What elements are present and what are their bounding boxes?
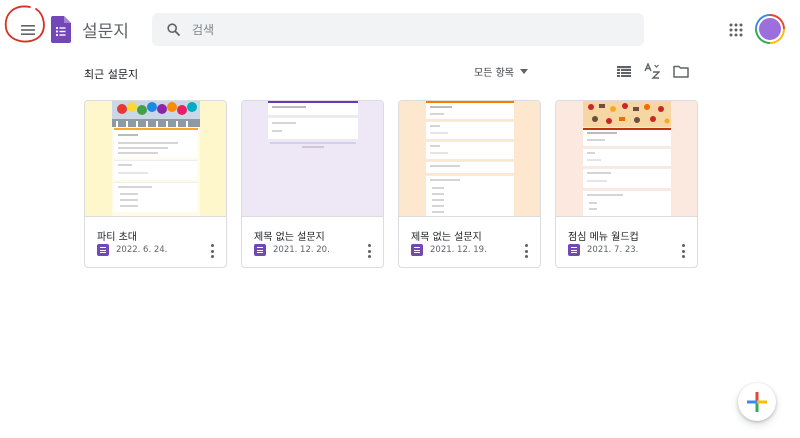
form-meta: 2022. 6. 24. (97, 244, 167, 256)
form-meta: 2021. 12. 20. (254, 244, 330, 256)
folder-icon[interactable] (673, 63, 689, 79)
top-bar: 설문지 (0, 0, 800, 58)
search-bar[interactable] (152, 13, 644, 46)
more-options-button[interactable] (365, 244, 373, 258)
forms-logo[interactable] (51, 16, 71, 43)
plus-icon (747, 392, 767, 412)
balloons-header-image (112, 101, 200, 127)
form-meta: 2021. 12. 19. (411, 244, 487, 256)
forms-doc-icon (568, 244, 580, 256)
form-thumbnail (399, 101, 540, 217)
form-card[interactable]: 점심 메뉴 월드컵 2021. 7. 23. (555, 100, 698, 268)
food-pattern-header-image (583, 101, 671, 127)
form-card[interactable]: 제목 없는 설문지 2021. 12. 20. (241, 100, 384, 268)
form-card[interactable]: 파티 초대 2022. 6. 24. (84, 100, 227, 268)
sort-az-icon[interactable] (644, 63, 660, 79)
form-date: 2021. 7. 23. (587, 245, 639, 255)
form-title: 파티 초대 (97, 232, 137, 243)
form-title: 점심 메뉴 월드컵 (568, 232, 639, 243)
form-thumbnail (85, 101, 226, 217)
search-input[interactable] (192, 22, 592, 37)
form-thumbnail (556, 101, 697, 217)
list-view-icon[interactable] (616, 63, 632, 79)
more-options-button[interactable] (522, 244, 530, 258)
google-apps-grid-icon[interactable] (728, 22, 744, 38)
forms-doc-icon (411, 244, 423, 256)
dropdown-arrow-icon (519, 69, 528, 74)
owner-filter-dropdown[interactable]: 모든 항목 (474, 64, 528, 79)
form-meta: 2021. 7. 23. (568, 244, 638, 256)
create-form-button[interactable] (738, 383, 776, 421)
owner-filter-label: 모든 항목 (474, 68, 514, 79)
form-date: 2022. 6. 24. (116, 245, 168, 255)
form-title: 제목 없는 설문지 (254, 232, 325, 243)
more-options-button[interactable] (679, 244, 687, 258)
forms-doc-icon (97, 244, 109, 256)
hamburger-menu-icon (21, 25, 35, 35)
main-menu-button[interactable] (12, 14, 44, 46)
form-title: 제목 없는 설문지 (411, 232, 482, 243)
more-options-button[interactable] (208, 244, 216, 258)
form-date: 2021. 12. 19. (430, 245, 487, 255)
account-avatar[interactable] (755, 14, 785, 44)
section-title: 최근 설문지 (84, 68, 139, 81)
form-card[interactable]: 제목 없는 설문지 2021. 12. 19. (398, 100, 541, 268)
form-thumbnail (242, 101, 383, 217)
search-icon[interactable] (164, 21, 182, 39)
forms-doc-icon (254, 244, 266, 256)
form-date: 2021. 12. 20. (273, 245, 330, 255)
app-title: 설문지 (82, 22, 129, 42)
